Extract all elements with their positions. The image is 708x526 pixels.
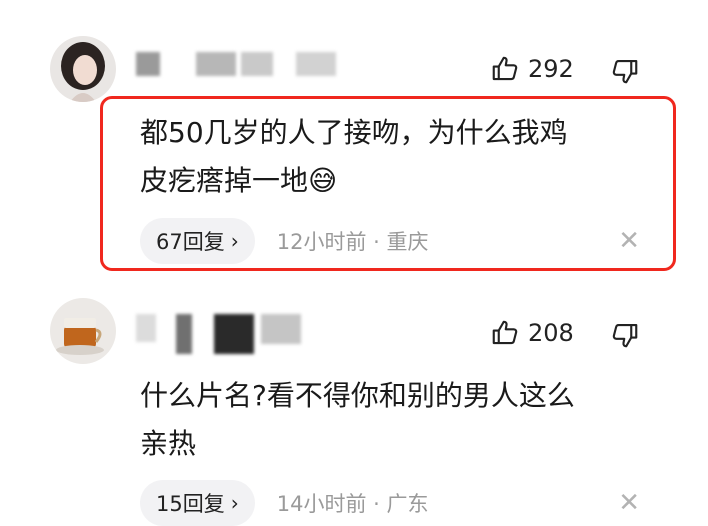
- dislike-button[interactable]: [610, 320, 640, 350]
- username-blurred[interactable]: [136, 314, 306, 354]
- comment-item: 208 什么片名?看不得你和别的男人这么 亲热 15回复 › 14小时前 · 广…: [0, 290, 708, 526]
- like-count: 292: [528, 55, 574, 83]
- chevron-right-icon: ›: [230, 491, 239, 515]
- thumbs-up-icon: [492, 320, 518, 345]
- comment-text-line: 皮疙瘩掉一地😅: [140, 164, 338, 197]
- reply-count: 67回复: [156, 230, 225, 254]
- thumbs-down-icon: [612, 323, 638, 348]
- time-location: 14小时前 · 广东: [276, 492, 429, 516]
- comment-text-line: 什么片名?看不得你和别的男人这么: [140, 379, 575, 412]
- comment-text-line: 都50几岁的人了接吻，为什么我鸡: [140, 116, 568, 149]
- comment-text-line: 亲热: [140, 427, 197, 460]
- comment-text: 都50几岁的人了接吻，为什么我鸡 皮疙瘩掉一地😅: [140, 109, 660, 205]
- close-icon[interactable]: ✕: [618, 488, 640, 518]
- reply-count: 15回复: [156, 492, 225, 516]
- avatar[interactable]: [50, 298, 116, 364]
- comment-meta: 67回复 › 12小时前 · 重庆: [140, 218, 428, 264]
- dislike-button[interactable]: [610, 56, 640, 86]
- time-location: 12小时前 · 重庆: [276, 230, 429, 254]
- close-icon[interactable]: ✕: [618, 226, 640, 256]
- avatar[interactable]: [50, 36, 116, 102]
- comment-item: 292 都50几岁的人了接吻，为什么我鸡 皮疙瘩掉一地😅 67回复 › 12小时…: [0, 0, 708, 290]
- like-count: 208: [528, 319, 574, 347]
- thumbs-up-icon: [492, 56, 518, 81]
- like-button[interactable]: 208: [490, 318, 574, 348]
- thumbs-down-icon: [612, 59, 638, 84]
- comment-text: 什么片名?看不得你和别的男人这么 亲热: [140, 372, 660, 468]
- sweat-smile-emoji: 😅: [308, 164, 338, 197]
- replies-button[interactable]: 67回复 ›: [140, 218, 255, 264]
- replies-button[interactable]: 15回复 ›: [140, 480, 255, 526]
- like-button[interactable]: 292: [490, 54, 574, 84]
- username-blurred[interactable]: [136, 52, 346, 76]
- chevron-right-icon: ›: [230, 229, 239, 253]
- comment-meta: 15回复 › 14小时前 · 广东: [140, 480, 428, 526]
